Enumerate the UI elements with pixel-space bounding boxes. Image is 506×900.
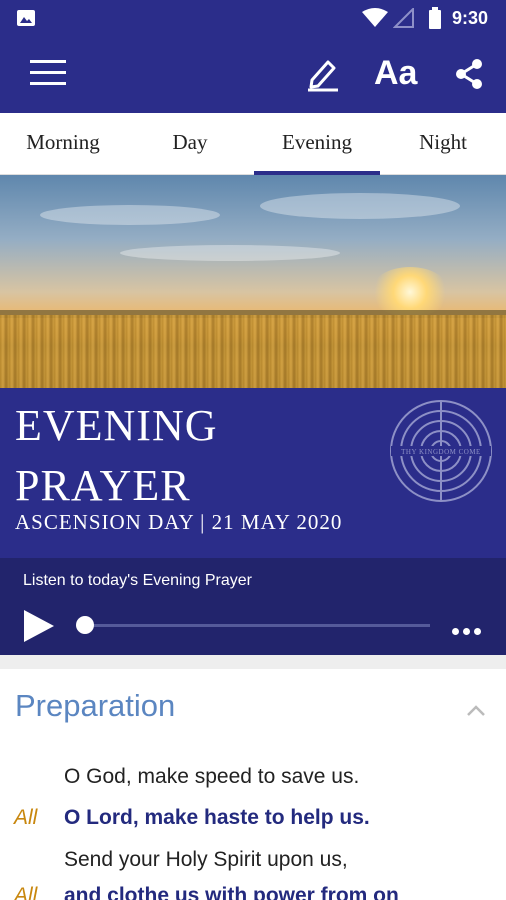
signal-icon: [393, 8, 414, 28]
prayer-line: Send your Holy Spirit upon us,: [64, 848, 348, 871]
status-time: 9:30: [452, 8, 489, 28]
menu-icon[interactable]: [30, 60, 66, 90]
all-label: All: [14, 806, 38, 829]
progress-track[interactable]: [84, 624, 430, 627]
more-options-icon[interactable]: [452, 622, 485, 640]
tab-evening[interactable]: Evening: [254, 113, 380, 175]
share-icon[interactable]: [454, 58, 484, 90]
app-bar: Aa: [0, 36, 506, 113]
section-divider: [0, 655, 506, 669]
date-subtitle: ASCENSION DAY | 21 MAY 2020: [15, 510, 343, 534]
audio-player: Listen to today's Evening Prayer: [0, 558, 506, 655]
prayer-response: O Lord, make haste to help us.: [64, 806, 370, 829]
chevron-up-icon[interactable]: [466, 703, 486, 717]
edit-icon[interactable]: [306, 56, 340, 92]
image-icon: [17, 10, 35, 26]
wifi-icon: [362, 8, 388, 27]
play-icon[interactable]: [23, 609, 55, 643]
tab-day[interactable]: Day: [127, 113, 253, 175]
page-title: EVENING PRAYER: [15, 401, 218, 510]
title-banner: EVENING PRAYER ASCENSION DAY | 21 MAY 20…: [0, 388, 506, 558]
battery-icon: [429, 7, 441, 29]
hero-image: [0, 175, 506, 388]
thy-kingdom-come-logo: THY KINGDOM COME: [390, 400, 492, 502]
prayer-response: and clothe us with power from on: [64, 884, 399, 900]
all-label: All: [14, 884, 38, 900]
svg-text:THY KINGDOM COME: THY KINGDOM COME: [401, 448, 481, 456]
font-size-icon[interactable]: Aa: [374, 54, 417, 93]
status-bar: 9:30: [0, 0, 506, 36]
section-title[interactable]: Preparation: [15, 688, 175, 724]
progress-handle[interactable]: [76, 616, 94, 634]
prayer-line: O God, make speed to save us.: [64, 765, 360, 788]
tab-night[interactable]: Night: [380, 113, 506, 175]
player-caption: Listen to today's Evening Prayer: [23, 572, 252, 589]
tab-bar: Morning Day Evening Night: [0, 113, 506, 175]
tab-morning[interactable]: Morning: [0, 113, 126, 175]
